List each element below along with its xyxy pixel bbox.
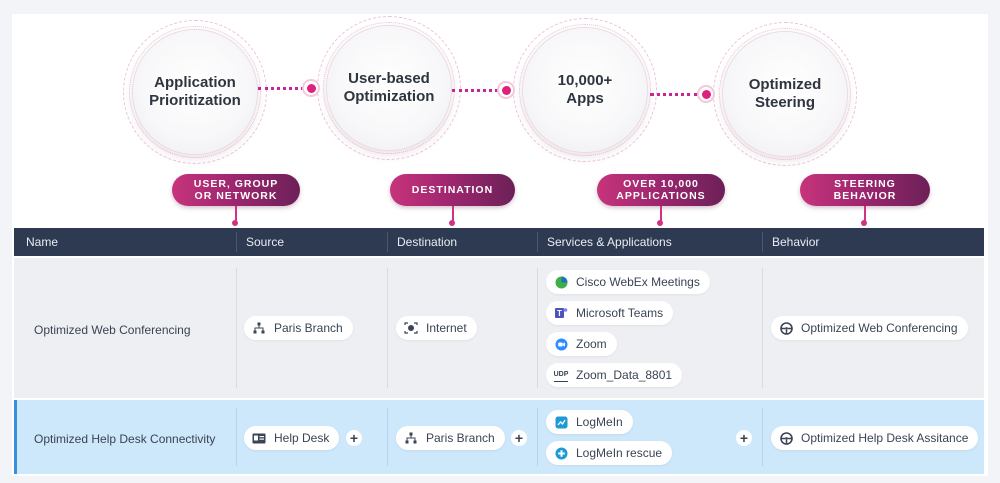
connector-line: [650, 93, 698, 96]
source-chip[interactable]: Paris Branch: [244, 316, 353, 340]
behavior-chip[interactable]: Optimized Web Conferencing: [771, 316, 968, 340]
feature-label: 10,000+ Apps: [557, 72, 613, 107]
table-row[interactable]: Optimized Web Conferencing Paris Branch …: [14, 258, 984, 398]
pill-stem-dot: [861, 220, 867, 226]
cell-divider: [387, 268, 388, 388]
feature-label: User-based Optimization: [343, 70, 435, 105]
internet-icon: [404, 321, 418, 335]
feature-label: Application Prioritization: [149, 74, 241, 109]
connector-dot: [302, 79, 320, 97]
pill-text: OVER 10,000: [623, 178, 699, 190]
column-header-services[interactable]: Services & Applications: [547, 228, 672, 256]
column-divider: [236, 232, 237, 252]
chip-label: LogMeIn rescue: [576, 446, 663, 460]
steering-wheel-icon: [779, 431, 793, 445]
connector-dot: [697, 85, 715, 103]
add-source-button[interactable]: +: [346, 430, 362, 446]
service-chip[interactable]: Cisco WebEx Meetings: [546, 270, 710, 294]
chip-label: Paris Branch: [274, 321, 343, 335]
chip-label: Internet: [426, 321, 467, 335]
connector-line: [452, 89, 498, 92]
cell-divider: [236, 268, 237, 388]
connector-line: [258, 87, 304, 90]
network-icon: [252, 321, 266, 335]
pill-text: APPLICATIONS: [616, 190, 706, 202]
cell-divider: [762, 268, 763, 388]
pill-user-group: USER, GROUP OR NETWORK: [172, 174, 300, 206]
feature-label: Optimized Steering: [748, 76, 822, 111]
service-chip[interactable]: Zoom: [546, 332, 617, 356]
logmein-icon: [554, 415, 568, 429]
column-header-source[interactable]: Source: [246, 228, 284, 256]
webex-icon: [554, 275, 568, 289]
add-service-button[interactable]: +: [736, 430, 752, 446]
pill-over-applications: OVER 10,000 APPLICATIONS: [597, 174, 725, 206]
cell-divider: [537, 268, 538, 388]
column-header-name[interactable]: Name: [26, 228, 58, 256]
pill-stem-dot: [449, 220, 455, 226]
cell-divider: [387, 408, 388, 466]
feature-circle-app-prioritization: Application Prioritization: [123, 20, 267, 164]
chip-label: Cisco WebEx Meetings: [576, 275, 700, 289]
rule-name: Optimized Web Conferencing: [34, 323, 191, 337]
service-chip[interactable]: UDP Zoom_Data_8801: [546, 363, 683, 387]
zoom-icon: [554, 337, 568, 351]
chip-label: Microsoft Teams: [576, 306, 664, 320]
teams-icon: T: [554, 306, 568, 320]
behavior-chip[interactable]: Optimized Help Desk Assitance: [771, 426, 979, 450]
pill-steering-behavior: STEERING BEHAVIOR: [800, 174, 930, 206]
user-card-icon: [252, 431, 266, 445]
logmein-rescue-icon: [554, 446, 568, 460]
pill-text: STEERING: [834, 178, 896, 190]
network-icon: [404, 431, 418, 445]
pill-text: OR NETWORK: [194, 190, 278, 202]
pill-stem-dot: [232, 220, 238, 226]
cell-divider: [762, 408, 763, 466]
table-header: Name Source Destination Services & Appli…: [14, 228, 984, 256]
service-chip[interactable]: LogMeIn rescue: [546, 441, 673, 465]
destination-chip[interactable]: Paris Branch: [396, 426, 505, 450]
pill-destination: DESTINATION: [390, 174, 515, 206]
pill-text: BEHAVIOR: [833, 190, 897, 202]
svg-text:T: T: [557, 309, 562, 318]
chip-label: Optimized Help Desk Assitance: [801, 431, 969, 445]
column-divider: [537, 232, 538, 252]
pill-text: DESTINATION: [411, 184, 494, 196]
column-header-destination[interactable]: Destination: [397, 228, 457, 256]
table-row-selected[interactable]: Optimized Help Desk Connectivity Help De…: [14, 400, 984, 474]
cell-divider: [537, 408, 538, 466]
service-chip[interactable]: T Microsoft Teams: [546, 301, 674, 325]
pill-text: USER, GROUP: [193, 178, 279, 190]
rule-name: Optimized Help Desk Connectivity: [34, 432, 216, 446]
pill-stem-dot: [657, 220, 663, 226]
feature-circle-user-based: User-based Optimization: [317, 16, 461, 160]
source-chip[interactable]: Help Desk: [244, 426, 340, 450]
chip-label: Paris Branch: [426, 431, 495, 445]
feature-circle-apps: 10,000+ Apps: [513, 18, 657, 162]
destination-chip[interactable]: Internet: [396, 316, 477, 340]
column-header-behavior[interactable]: Behavior: [772, 228, 819, 256]
feature-circle-steering: Optimized Steering: [713, 22, 857, 166]
column-divider: [387, 232, 388, 252]
steering-wheel-icon: [779, 321, 793, 335]
chip-label: Zoom: [576, 337, 607, 351]
add-destination-button[interactable]: +: [511, 430, 527, 446]
chip-label: LogMeIn: [576, 415, 623, 429]
service-chip[interactable]: LogMeIn: [546, 410, 633, 434]
cell-divider: [236, 408, 237, 466]
chip-label: Optimized Web Conferencing: [801, 321, 958, 335]
chip-label: Zoom_Data_8801: [576, 368, 673, 382]
chip-label: Help Desk: [274, 431, 330, 445]
udp-icon: UDP: [554, 368, 568, 382]
column-divider: [762, 232, 763, 252]
connector-dot: [497, 81, 515, 99]
